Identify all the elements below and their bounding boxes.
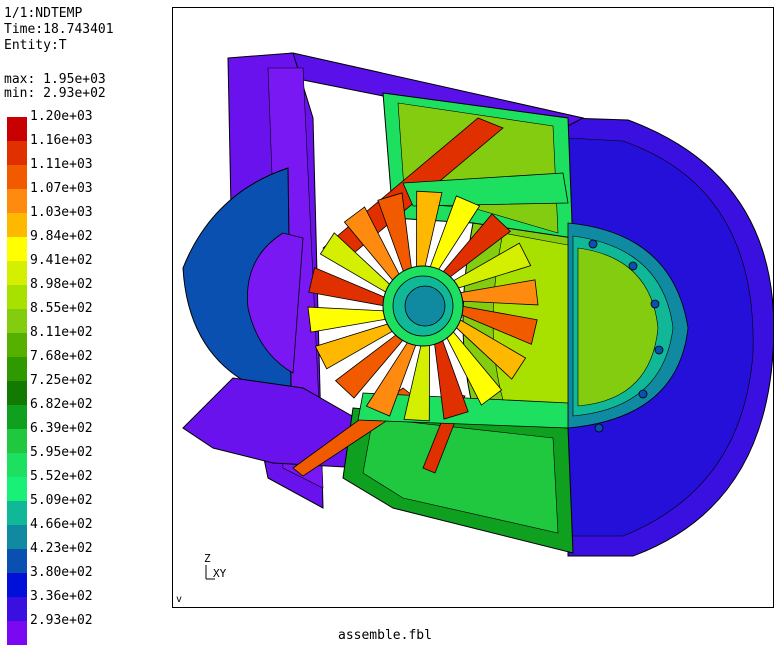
legend-label: 9.84e+02 — [30, 229, 93, 244]
legend-swatch — [7, 381, 27, 405]
legend-label: 2.93e+02 — [30, 613, 93, 628]
entity-readout: Entity:T — [4, 38, 67, 53]
model-filename: assemble.fbl — [338, 628, 432, 643]
legend-label: 5.09e+02 — [30, 493, 93, 508]
legend-label: 8.98e+02 — [30, 277, 93, 292]
legend-swatch — [7, 213, 27, 237]
legend-swatch — [7, 333, 27, 357]
legend-swatch — [7, 549, 27, 573]
min-value: min: 2.93e+02 — [4, 86, 106, 101]
legend-swatch — [7, 189, 27, 213]
legend-entry: 2.93e+02 — [7, 613, 177, 645]
legend-swatch — [7, 525, 27, 549]
thermal-model-render — [182, 52, 773, 557]
model-viewport[interactable]: Z XY v — [172, 7, 774, 608]
legend-label: 4.23e+02 — [30, 541, 93, 556]
legend-label: 6.82e+02 — [30, 397, 93, 412]
legend-swatch — [7, 429, 27, 453]
legend-swatch — [7, 237, 27, 261]
time-readout: Time:18.743401 — [4, 22, 114, 37]
legend-swatch — [7, 261, 27, 285]
legend-label: 1.03e+03 — [30, 205, 93, 220]
legend-swatch — [7, 405, 27, 429]
legend-label: 8.11e+02 — [30, 325, 93, 340]
result-title: 1/1:NDTEMP — [4, 6, 83, 21]
axis-triad-icon — [205, 565, 215, 580]
legend-label: 3.80e+02 — [30, 565, 93, 580]
legend-swatch — [7, 309, 27, 333]
legend-swatch — [7, 621, 27, 645]
legend-label: 8.55e+02 — [30, 301, 93, 316]
legend-swatch — [7, 501, 27, 525]
legend-swatch — [7, 453, 27, 477]
legend-swatch — [7, 285, 27, 309]
legend-label: 4.66e+02 — [30, 517, 93, 532]
legend-label: 1.16e+03 — [30, 133, 93, 148]
legend-label: 9.41e+02 — [30, 253, 93, 268]
legend-swatch — [7, 573, 27, 597]
legend-label: 5.95e+02 — [30, 445, 93, 460]
legend-label: 1.11e+03 — [30, 157, 93, 172]
legend-swatch — [7, 165, 27, 189]
legend-label: 5.52e+02 — [30, 469, 93, 484]
legend-label: 1.07e+03 — [30, 181, 93, 196]
legend-swatch — [7, 597, 27, 621]
legend-swatch — [7, 117, 27, 141]
legend-label: 6.39e+02 — [30, 421, 93, 436]
view-corner-mark: v — [176, 594, 183, 605]
legend-label: 7.68e+02 — [30, 349, 93, 364]
legend-label: 1.20e+03 — [30, 109, 93, 124]
legend-label: 3.36e+02 — [30, 589, 93, 604]
legend-swatch — [7, 357, 27, 381]
legend-label: 7.25e+02 — [30, 373, 93, 388]
legend-swatch — [7, 141, 27, 165]
legend-swatch — [7, 477, 27, 501]
max-value: max: 1.95e+03 — [4, 72, 106, 87]
